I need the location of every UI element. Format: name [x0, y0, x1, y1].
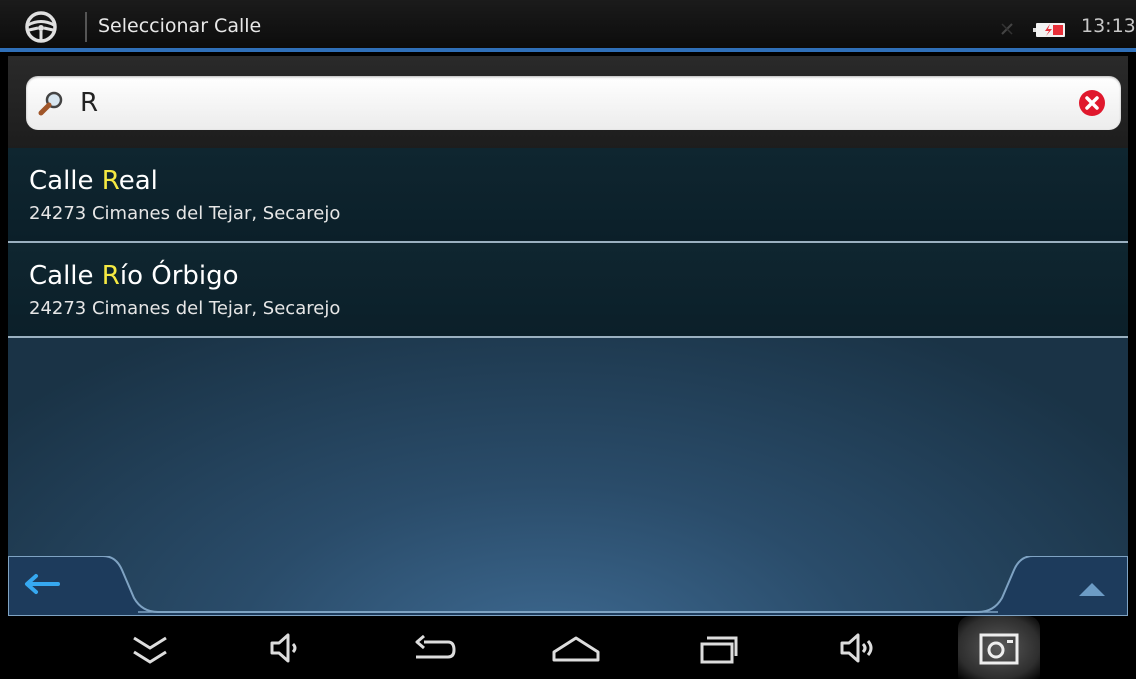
navigation-bar — [0, 616, 1136, 679]
results-list: Calle Real 24273 Cimanes del Tejar, Seca… — [8, 148, 1128, 338]
search-icon — [38, 91, 63, 116]
search-box[interactable] — [26, 76, 1121, 130]
volume-up-button[interactable] — [834, 624, 882, 672]
bottom-app-bar — [8, 556, 1128, 616]
home-button[interactable] — [552, 624, 600, 672]
main-content: Calle Real 24273 Cimanes del Tejar, Seca… — [8, 56, 1128, 616]
arrow-left-icon — [25, 574, 60, 594]
recents-icon — [700, 636, 738, 664]
street-address: 24273 Cimanes del Tejar, Secarejo — [29, 298, 341, 319]
battery-charging-icon — [1033, 23, 1065, 37]
recents-button[interactable] — [694, 624, 742, 672]
back-button[interactable] — [8, 556, 148, 614]
expand-button[interactable] — [988, 556, 1128, 614]
clear-icon[interactable] — [1078, 89, 1106, 117]
search-area — [8, 56, 1128, 148]
screenshot-button[interactable] — [958, 616, 1040, 679]
chevron-up-icon — [1079, 583, 1105, 596]
page-title: Seleccionar Calle — [98, 15, 262, 37]
screen: Seleccionar Calle 13:13 R Calle Real 242… — [0, 0, 1136, 679]
street-name: Calle Río Órbigo — [29, 261, 239, 291]
street-prefix: Calle — [29, 166, 102, 196]
signal-off-icon — [1001, 23, 1013, 35]
steering-wheel-icon[interactable] — [24, 10, 58, 44]
result-item[interactable]: Calle Río Órbigo 24273 Cimanes del Tejar… — [8, 243, 1128, 338]
volume-down-icon — [270, 633, 297, 663]
volume-up-icon — [840, 633, 873, 663]
title-bar: Seleccionar Calle 13:13 — [0, 0, 1136, 52]
chevron-down-icon — [133, 636, 167, 664]
hide-bar-button[interactable] — [126, 624, 174, 672]
clock: 13:13 — [1081, 15, 1136, 37]
street-name: Calle Real — [29, 166, 158, 196]
street-rest: ío Órbigo — [119, 261, 239, 291]
search-input[interactable] — [80, 83, 1040, 123]
street-address: 24273 Cimanes del Tejar, Secarejo — [29, 203, 341, 224]
street-rest: eal — [118, 166, 158, 196]
home-icon — [552, 636, 600, 662]
app-bar-background — [8, 556, 1128, 616]
title-separator — [85, 12, 87, 42]
volume-down-button[interactable] — [262, 624, 310, 672]
match-highlight: R — [101, 261, 120, 291]
camera-icon — [979, 633, 1019, 665]
result-item[interactable]: Calle Real 24273 Cimanes del Tejar, Seca… — [8, 148, 1128, 243]
street-prefix: Calle — [29, 261, 102, 291]
match-highlight: R — [101, 166, 119, 196]
back-nav-button[interactable] — [410, 624, 458, 672]
back-icon — [415, 634, 456, 659]
